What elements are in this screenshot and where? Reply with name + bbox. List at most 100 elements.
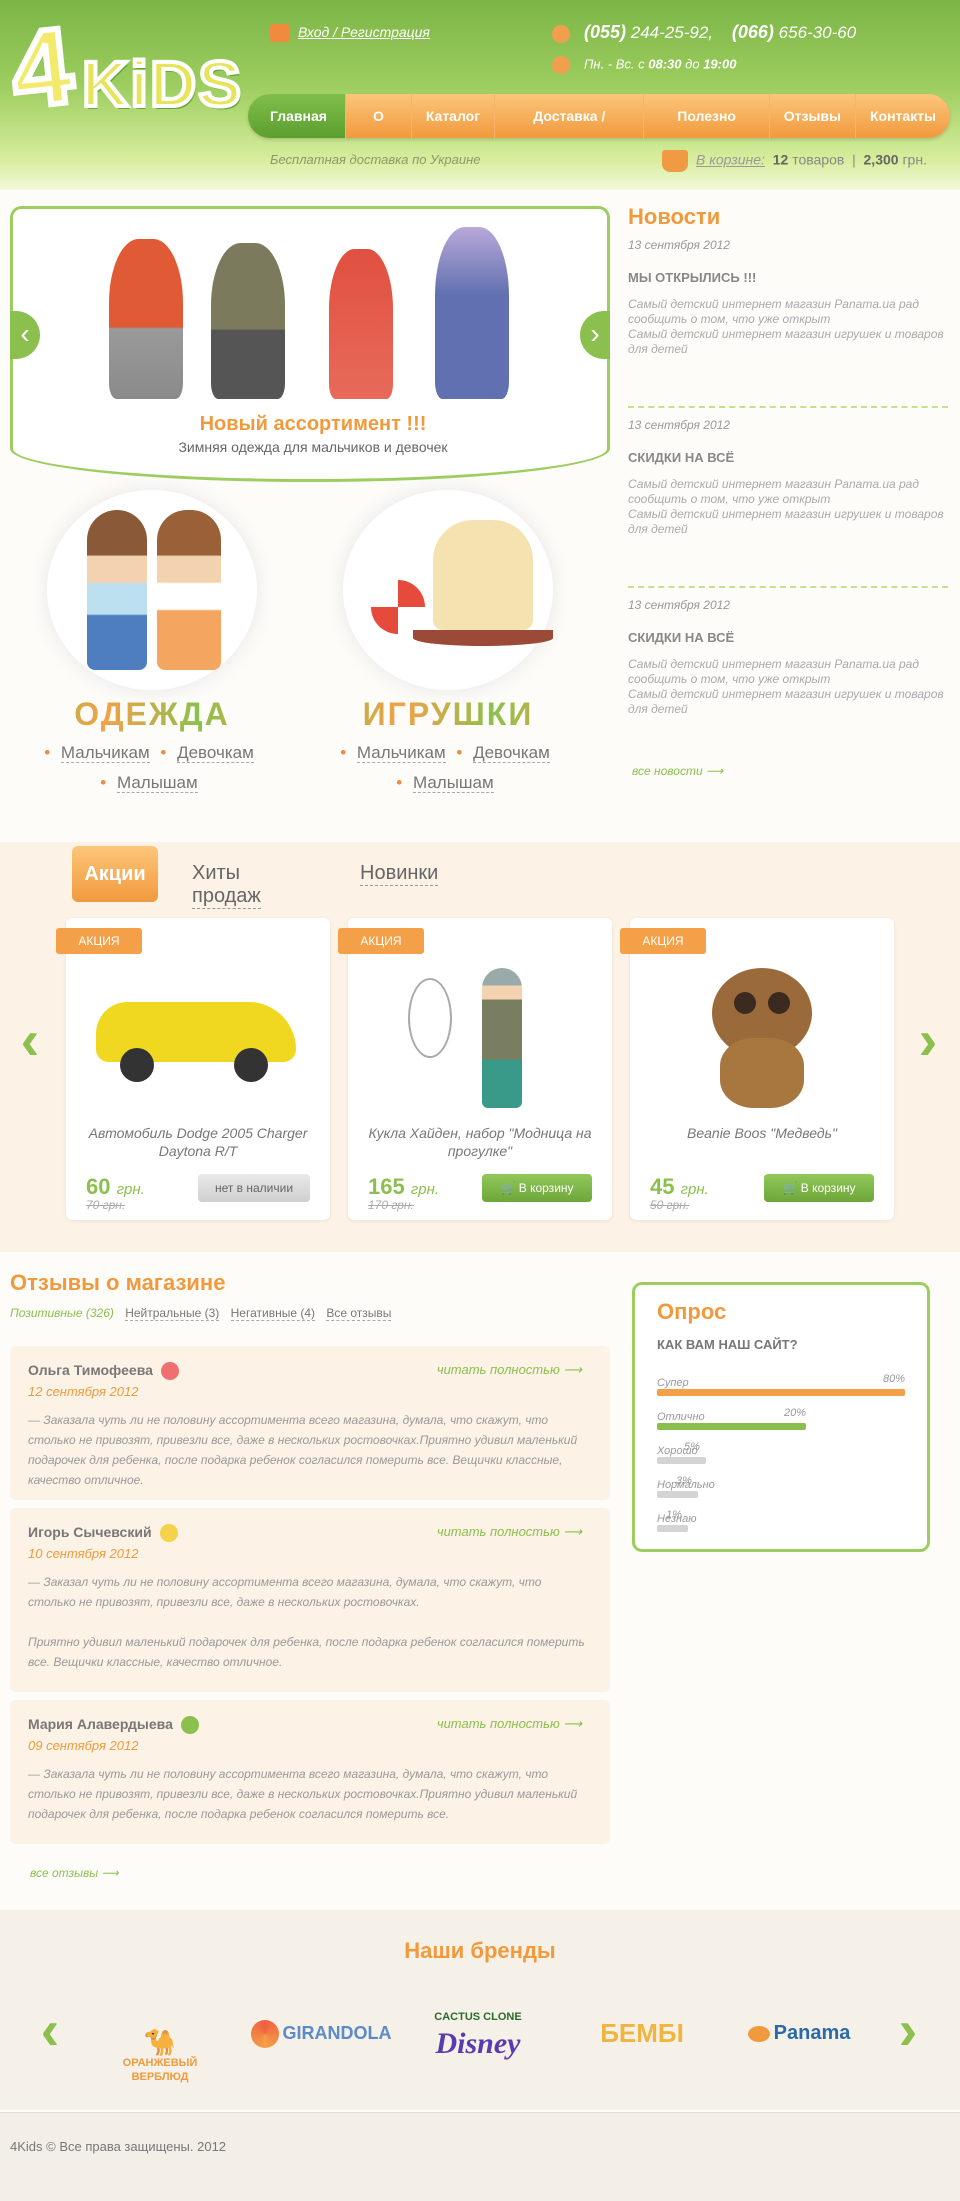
nav-contacts[interactable]: Контакты	[856, 94, 950, 138]
brands-section: Наши бренды ‹ › 🐪 ОРАНЖЕВЫЙ ВЕРБЛЮД GIRAN…	[0, 1910, 960, 2110]
news-divider	[628, 582, 948, 588]
category-toys: ИГРУШКИ • Мальчикам • Девочкам • Малышам	[308, 490, 588, 800]
slider-kid-image	[435, 227, 509, 399]
tab-new[interactable]: Новинки	[360, 862, 439, 886]
old-price: 170 грн.	[368, 1198, 414, 1212]
add-to-cart-button[interactable]: 🛒 В корзину	[482, 1174, 592, 1202]
review-date: 10 сентября 2012	[28, 1546, 139, 1561]
login-text[interactable]: Вход / Регистрация	[298, 24, 430, 40]
price-value: 60	[86, 1174, 111, 1199]
product-name[interactable]: Автомобиль Dodge 2005 Charger Daytona R/…	[76, 1124, 320, 1160]
nav-about[interactable]: О нас	[346, 94, 412, 138]
old-price: 50 грн.	[650, 1198, 690, 1212]
out-of-stock-button[interactable]: нет в наличии	[198, 1174, 310, 1202]
tab-sales[interactable]: Акции	[72, 846, 158, 902]
news-title[interactable]: СКИДКИ НА ВСЁ	[628, 450, 948, 465]
sale-badge: АКЦИЯ	[56, 928, 142, 954]
nav-home[interactable]: Главная	[248, 94, 346, 138]
slider-next-button[interactable]: ›	[580, 311, 610, 359]
cart-icon	[662, 150, 688, 172]
bullet: •	[396, 773, 403, 792]
clothes-boys-link[interactable]: Мальчикам	[60, 743, 150, 763]
news-title[interactable]: СКИДКИ НА ВСЁ	[628, 630, 948, 645]
brand-name: Disney	[435, 2027, 521, 2060]
cart-link[interactable]: В корзине:	[696, 152, 765, 168]
nav-reviews[interactable]: Отзывы	[770, 94, 856, 138]
copyright: 4Kids © Все права защищены. 2012	[10, 2139, 227, 2154]
tab-bestsellers[interactable]: Хиты продаж	[192, 862, 261, 909]
negative-face-icon	[160, 1362, 179, 1381]
brand-logo[interactable]: БЕМБІ	[572, 1998, 712, 2068]
toys-image[interactable]	[343, 490, 553, 690]
news-date: 13 сентября 2012	[628, 418, 730, 432]
product-name[interactable]: Кукла Хайден, набор "Модница на прогулке…	[358, 1124, 602, 1160]
products-prev-arrow[interactable]: ‹	[8, 1010, 52, 1074]
poll-option[interactable]: Незнаю 1%	[657, 1509, 907, 1532]
poll-option[interactable]: Супер 80%	[657, 1373, 907, 1396]
phone1-code: (055)	[584, 22, 627, 42]
price-currency: грн.	[410, 1181, 440, 1198]
all-reviews-link[interactable]: все отзывы ⟶	[30, 1866, 119, 1880]
poll-option[interactable]: Отлично 20%	[657, 1407, 907, 1430]
review-paragraph: Приятно удивил маленький подарочек для р…	[28, 1635, 585, 1669]
reviewer-name-text: Мария Алавердыева	[28, 1716, 173, 1732]
brand-logo[interactable]: Panama	[734, 1998, 864, 2068]
product-price: 45 грн.	[650, 1174, 709, 1200]
poll-option[interactable]: Нормально 3%	[657, 1475, 907, 1498]
product-image[interactable]	[368, 958, 592, 1108]
old-price: 70 грн.	[86, 1198, 126, 1212]
toys-babies-link[interactable]: Малышам	[412, 773, 494, 793]
review-item: Игорь Сычевский 10 сентября 2012 читать …	[10, 1508, 610, 1692]
logo[interactable]: 4 KiDS	[3, 1, 243, 164]
filter-all[interactable]: Все отзывы	[326, 1306, 392, 1321]
nav-catalog[interactable]: Каталог	[412, 94, 496, 138]
news-title[interactable]: МЫ ОТКРЫЛИСЬ !!!	[628, 270, 948, 285]
filter-neutral[interactable]: Нейтральные (3)	[125, 1306, 220, 1321]
brands-prev-arrow[interactable]: ‹	[28, 2000, 72, 2064]
nav-delivery[interactable]: Доставка / Оплата	[495, 94, 645, 138]
filter-positive[interactable]: Позитивные (326)	[10, 1306, 114, 1320]
filter-negative[interactable]: Негативные (4)	[230, 1306, 316, 1321]
bullet: •	[44, 743, 51, 762]
cart-summary[interactable]: В корзине: 12 товаров | 2,300 грн.	[662, 150, 927, 172]
read-more-link[interactable]: читать полностью ⟶	[437, 1362, 582, 1378]
products-next-arrow[interactable]: ›	[906, 1010, 950, 1074]
brand-logo[interactable]: GIRANDOLA	[246, 1998, 396, 2068]
reviews-heading: Отзывы о магазине	[10, 1270, 226, 1295]
brand-logo[interactable]: CACTUS CLONE Disney	[416, 1998, 540, 2068]
slider-prev-button[interactable]: ‹	[10, 311, 40, 359]
product-card: АКЦИЯ Beanie Boos "Медведь" 45 грн. 50 г…	[620, 918, 894, 1220]
reviewer-name-text: Ольга Тимофеева	[28, 1362, 153, 1378]
brand-logo[interactable]: 🐪 ОРАНЖЕВЫЙ ВЕРБЛЮД	[100, 1998, 220, 2083]
all-news-link[interactable]: все новости ⟶	[632, 764, 723, 778]
news-item: 13 сентября 2012 СКИДКИ НА ВСЁ Самый дет…	[628, 598, 948, 778]
product-image[interactable]	[650, 958, 874, 1108]
add-to-cart-button[interactable]: 🛒 В корзину	[764, 1174, 874, 1202]
toys-boys-link[interactable]: Мальчикам	[356, 743, 446, 763]
clothes-girls-link[interactable]: Девочкам	[177, 743, 254, 763]
read-more-link[interactable]: читать полностью ⟶	[437, 1524, 582, 1540]
product-image[interactable]	[86, 958, 310, 1108]
brand-name: БЕМБІ	[600, 2018, 684, 2048]
poll-option[interactable]: Хорошо 5%	[657, 1441, 907, 1464]
category-title[interactable]: ИГРУШКИ	[308, 696, 588, 733]
product-name[interactable]: Beanie Boos "Медведь"	[640, 1124, 884, 1142]
brands-heading: Наши бренды	[404, 1938, 556, 1963]
brands-next-arrow[interactable]: ›	[886, 2000, 930, 2064]
poll-option-percent: 3%	[676, 1475, 692, 1487]
read-more-link[interactable]: читать полностью ⟶	[437, 1716, 582, 1732]
clothes-babies-link[interactable]: Малышам	[116, 773, 198, 793]
poll-option-label: Супер	[657, 1377, 689, 1389]
footer: 4Kids © Все права защищены. 2012	[0, 2112, 960, 2201]
cart-sum: 2,300	[863, 151, 899, 168]
clothes-image[interactable]	[47, 490, 257, 690]
toys-girls-link[interactable]: Девочкам	[473, 743, 550, 763]
brand-name: ОРАНЖЕВЫЙ ВЕРБЛЮД	[122, 2057, 198, 2083]
poll-option-percent: 5%	[684, 1441, 700, 1453]
add-to-cart-label: В корзину	[518, 1181, 574, 1195]
brand-name: CACTUS CLONE	[434, 2011, 522, 2023]
login-link[interactable]: Вход / Регистрация	[270, 24, 430, 43]
nav-useful[interactable]: Полезно знать	[644, 94, 770, 138]
reviewer-name: Мария Алавердыева	[28, 1716, 199, 1735]
category-title[interactable]: ОДЕЖДА	[12, 696, 292, 733]
